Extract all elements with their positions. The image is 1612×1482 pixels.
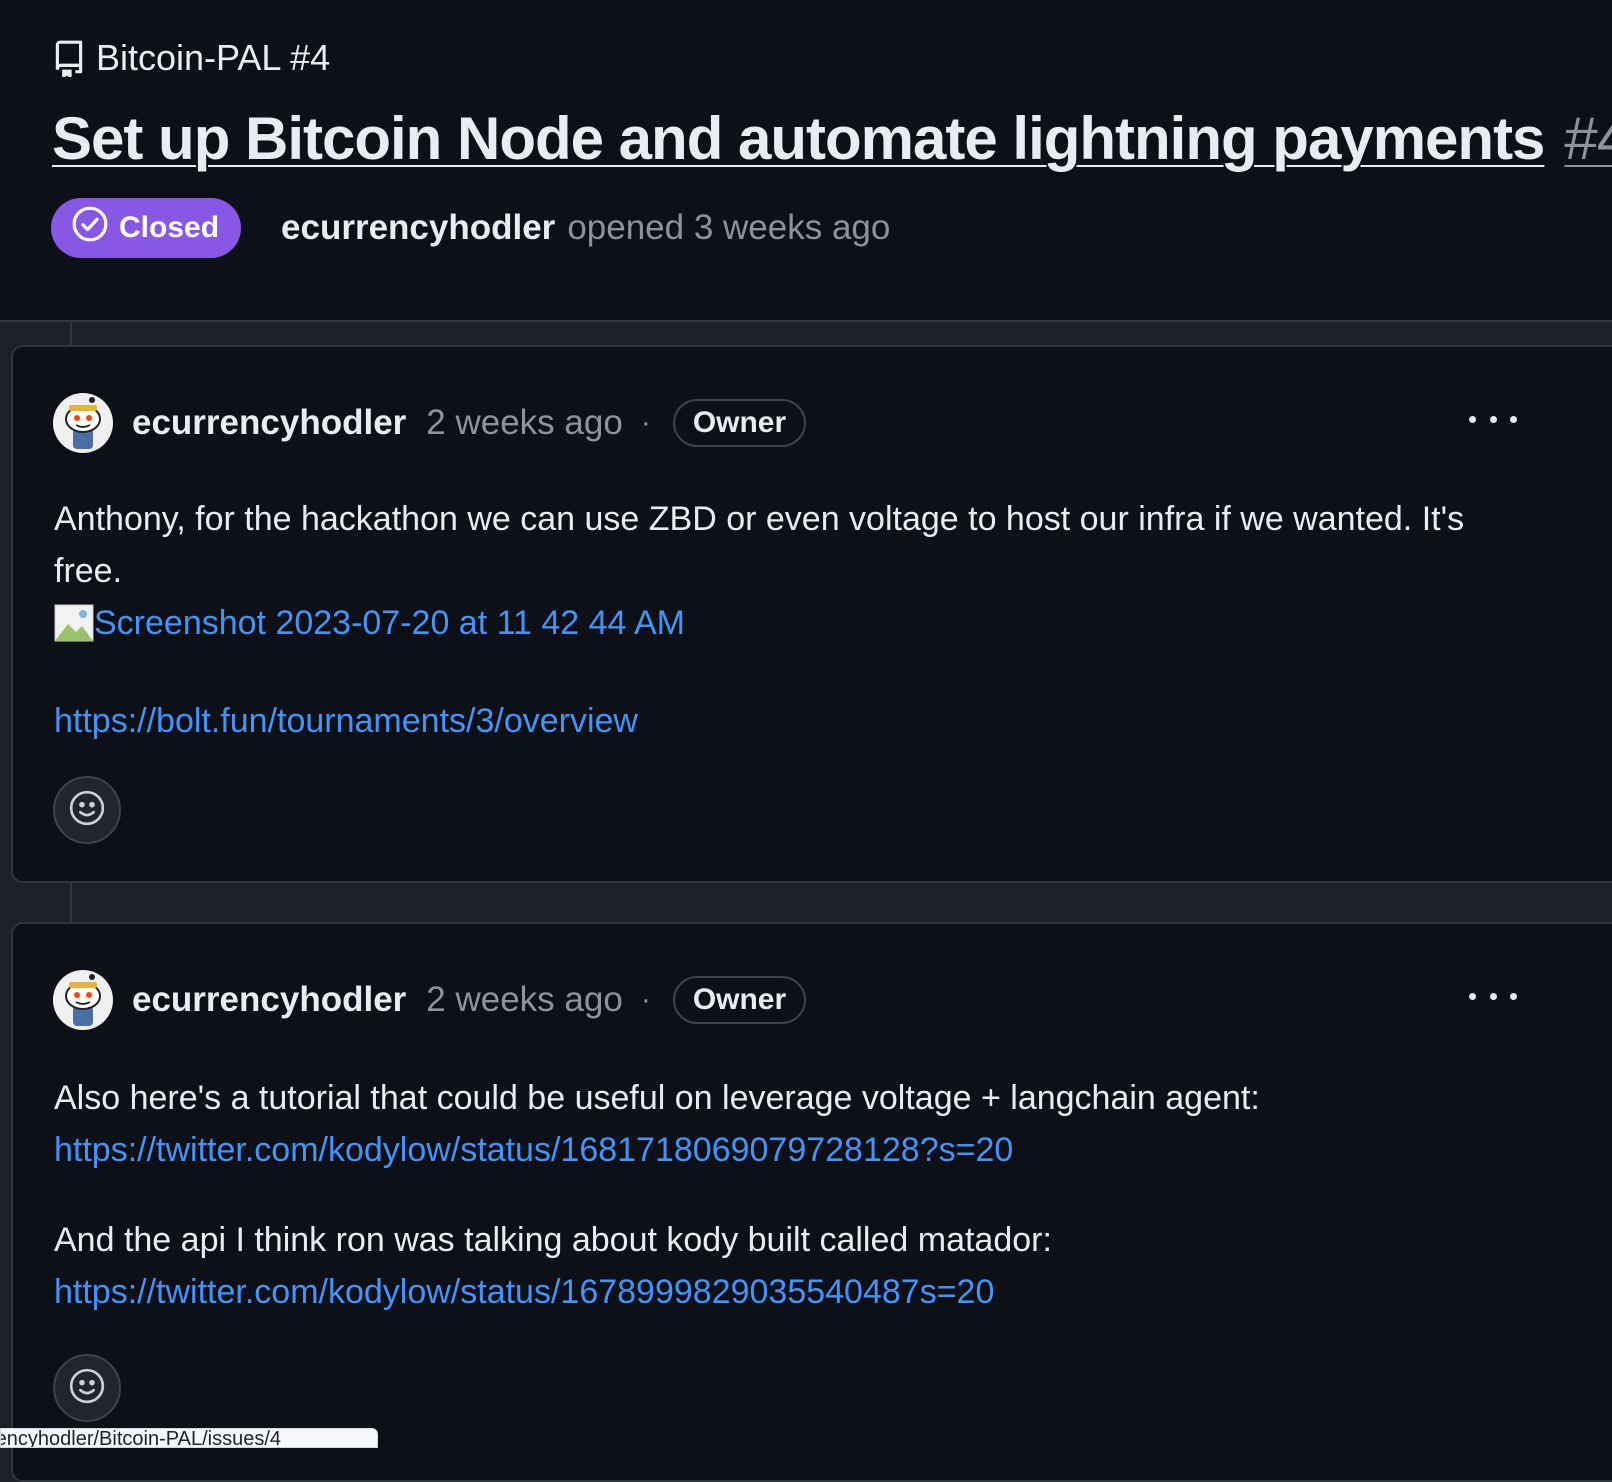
comment-body: Also here's a tutorial that could be use… [54, 1072, 1529, 1318]
repo-name: Bitcoin-PAL #4 [96, 37, 331, 78]
comment-link[interactable]: https://twitter.com/kodylow/status/16789… [54, 1273, 994, 1311]
add-reaction-button[interactable] [53, 1354, 121, 1422]
repo-icon [52, 39, 86, 77]
avatar[interactable] [53, 393, 113, 453]
timeline-connector [70, 883, 72, 923]
timeline-connector [70, 322, 72, 346]
issue-header: Bitcoin-PAL #4 Set up Bitcoin Node and a… [0, 0, 1612, 322]
comment-link[interactable]: https://twitter.com/kodylow/status/16817… [54, 1131, 1013, 1169]
comment: ecurrencyhodler 2 weeks ago · Owner Anth… [11, 345, 1612, 883]
separator-dot: · [640, 983, 651, 1016]
comment-link[interactable]: https://bolt.fun/tournaments/3/overview [54, 702, 638, 740]
issue-meta: Closed ecurrencyhodler opened 3 weeks ag… [51, 198, 890, 258]
kebab-menu-icon[interactable] [1469, 976, 1517, 1016]
comment-timestamp[interactable]: 2 weeks ago [426, 403, 623, 443]
issue-title[interactable]: Set up Bitcoin Node and automate lightni… [52, 105, 1545, 172]
check-circle-icon [71, 205, 109, 251]
status-bar-url-text: rencyhodler/Bitcoin-PAL/issues/4 [0, 1428, 281, 1448]
comment-header: ecurrencyhodler 2 weeks ago · Owner [53, 968, 807, 1032]
comment-paragraph: Also here's a tutorial that could be use… [54, 1079, 1260, 1117]
repo-breadcrumb[interactable]: Bitcoin-PAL #4 [52, 36, 330, 80]
avatar[interactable] [53, 970, 113, 1030]
comment-timestamp[interactable]: 2 weeks ago [426, 980, 623, 1020]
separator-dot: · [640, 406, 651, 439]
kebab-menu-icon[interactable] [1469, 399, 1517, 439]
comment-author-link[interactable]: ecurrencyhodler [132, 403, 406, 443]
image-alt-text: Screenshot 2023-07-20 at 11 42 44 AM [94, 604, 685, 642]
issue-title-row: Set up Bitcoin Node and automate lightni… [52, 104, 1612, 173]
comment-header: ecurrencyhodler 2 weeks ago · Owner [53, 391, 807, 455]
issue-opened-time: opened 3 weeks ago [567, 208, 891, 247]
status-label: Closed [119, 211, 220, 244]
smiley-icon [67, 788, 107, 833]
comment: ecurrencyhodler 2 weeks ago · Owner Also… [11, 922, 1612, 1482]
issue-author-link[interactable]: ecurrencyhodler [281, 208, 555, 248]
status-bar-url: rencyhodler/Bitcoin-PAL/issues/4 [0, 1428, 378, 1448]
comment-body: Anthony, for the hackathon we can use ZB… [54, 493, 1529, 747]
comment-author-link[interactable]: ecurrencyhodler [132, 980, 406, 1020]
smiley-icon [67, 1366, 107, 1411]
add-reaction-button[interactable] [53, 776, 121, 844]
comment-paragraph: Anthony, for the hackathon we can use ZB… [54, 500, 1465, 590]
image-link[interactable]: Screenshot 2023-07-20 at 11 42 44 AM [54, 597, 685, 649]
comment-paragraph: And the api I think ron was talking abou… [54, 1221, 1052, 1259]
owner-badge: Owner [672, 399, 807, 447]
owner-badge: Owner [672, 976, 807, 1024]
broken-image-icon [54, 604, 94, 642]
status-badge: Closed [51, 198, 242, 258]
issue-number[interactable]: #4 [1564, 105, 1612, 172]
